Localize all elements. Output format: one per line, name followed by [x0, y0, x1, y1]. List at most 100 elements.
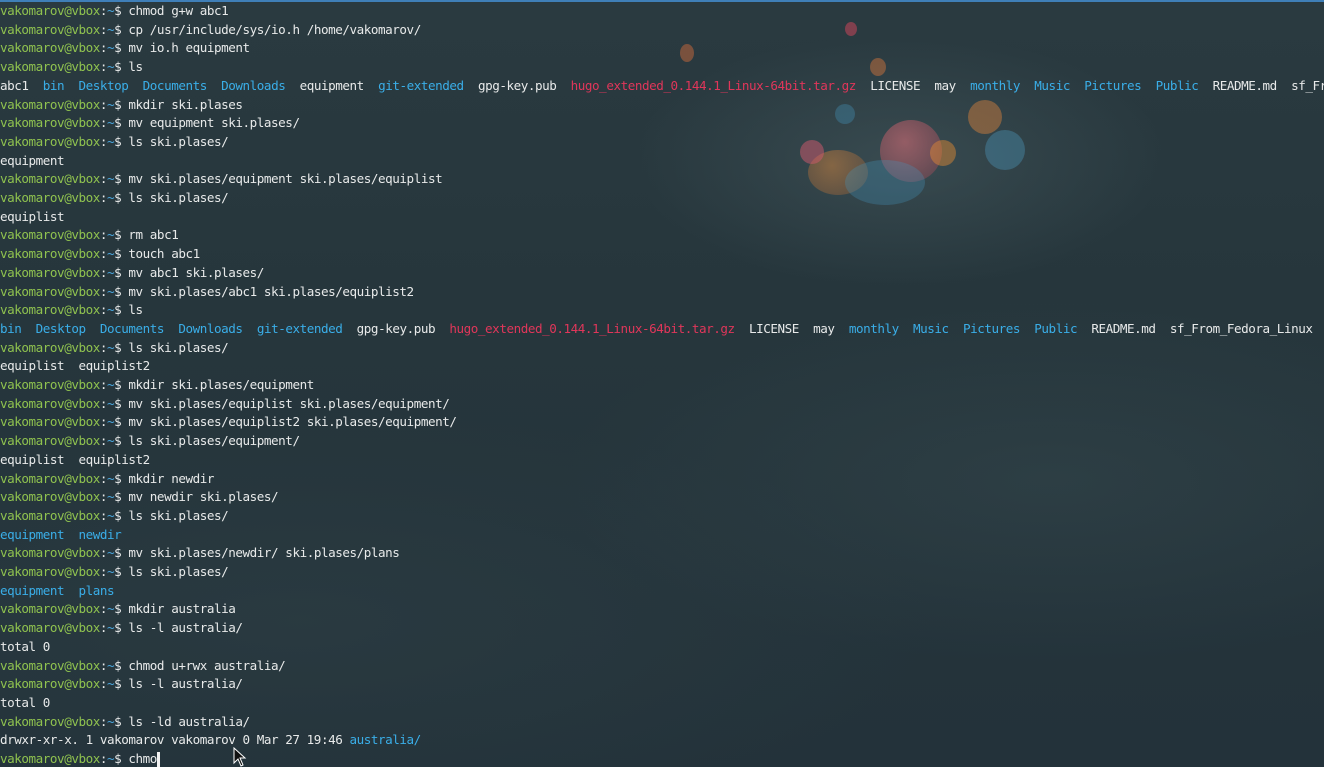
prompt-user: vakomarov@vbox: [0, 3, 100, 18]
command-line: vakomarov@vbox:~$ mkdir australia: [0, 600, 236, 619]
command-line: vakomarov@vbox:~$ ls: [0, 301, 143, 320]
prompt-user: vakomarov@vbox: [0, 414, 100, 430]
prompt-colon: :: [99, 21, 108, 37]
command-line: vakomarov@vbox:~$ ls -l australia/: [0, 619, 243, 638]
directory-entry: australia/: [349, 732, 421, 748]
directory-entry: Music: [1034, 77, 1070, 93]
prompt-user: vakomarov@vbox: [0, 264, 100, 280]
output-text: total 0: [0, 694, 50, 710]
directory-entry: Pictures: [962, 320, 1021, 336]
output-text: equipment: [0, 152, 65, 168]
directory-entry: Desktop: [35, 320, 86, 336]
directory-entry: plans: [78, 582, 115, 598]
directory-entry: Downloads: [221, 77, 286, 93]
mouse-pointer-icon: [233, 747, 247, 767]
output-text: LICENSE: [870, 77, 921, 93]
prompt-colon: :: [99, 115, 108, 131]
command-text: chmod u+rwx australia/: [128, 657, 286, 673]
prompt-user: vakomarov@vbox: [0, 190, 100, 205]
prompt-symbol: $: [114, 115, 129, 131]
prompt-symbol: $: [114, 713, 129, 729]
command-text: ls ski.plases/: [128, 133, 229, 149]
command-text: mv ski.plases/equiplist2 ski.plases/equi…: [128, 414, 457, 430]
prompt-symbol: $: [114, 545, 129, 561]
command-line: vakomarov@vbox:~$ rm abc1: [0, 226, 179, 245]
command-input[interactable]: chmo: [128, 751, 157, 766]
prompt-user: vakomarov@vbox: [0, 115, 100, 131]
command-text: chmod g+w abc1: [128, 3, 229, 18]
directory-entry: Music: [913, 320, 949, 336]
prompt-colon: :: [99, 713, 108, 729]
prompt-user: vakomarov@vbox: [0, 564, 100, 579]
prompt-colon: :: [99, 433, 108, 449]
command-text: mv equipment ski.plases/: [128, 115, 300, 131]
command-text: mkdir newdir: [128, 470, 214, 486]
prompt-symbol: $: [114, 507, 129, 523]
command-text: touch abc1: [128, 246, 200, 262]
prompt-symbol: $: [114, 133, 129, 149]
prompt-symbol: $: [114, 414, 129, 430]
prompt-symbol: $: [114, 676, 129, 692]
prompt-colon: :: [99, 283, 108, 299]
command-text: ls: [128, 59, 143, 75]
command-text: mkdir ski.plases/equipment: [128, 377, 314, 392]
prompt-colon: :: [99, 377, 108, 392]
prompt-symbol: $: [114, 302, 129, 318]
prompt-symbol: $: [114, 3, 129, 18]
prompt-symbol: $: [114, 171, 129, 187]
output-text: sf_From_Fedora_Linux: [1291, 77, 1324, 93]
prompt-colon: :: [99, 489, 108, 505]
command-text: ls -l australia/: [128, 676, 243, 692]
command-line: vakomarov@vbox:~$ mv ski.plases/equiplis…: [0, 413, 457, 432]
command-line: vakomarov@vbox:~$ mv ski.plases/equipmen…: [0, 170, 443, 189]
command-text: mv ski.plases/equiplist ski.plases/equip…: [128, 395, 450, 411]
prompt-symbol: $: [114, 264, 129, 280]
prompt-user: vakomarov@vbox: [0, 545, 100, 561]
command-line: vakomarov@vbox:~$ mv ski.plases/abc1 ski…: [0, 283, 414, 302]
directory-entry: Desktop: [78, 77, 129, 93]
command-text: mv io.h equipment: [128, 40, 250, 56]
output-line: total 0: [0, 638, 50, 657]
command-line: vakomarov@vbox:~$ ls -ld australia/: [0, 713, 250, 732]
output-text: equiplist: [0, 208, 65, 224]
output-line: drwxr-xr-x. 1 vakomarov vakomarov 0 Mar …: [0, 731, 421, 750]
directory-entry: Pictures: [1084, 77, 1142, 93]
prompt-user: vakomarov@vbox: [0, 133, 100, 149]
command-text: ls ski.plases/: [128, 190, 229, 205]
command-line: vakomarov@vbox:~$ touch abc1: [0, 245, 200, 264]
prompt-colon: :: [99, 339, 108, 355]
prompt-colon: :: [99, 620, 108, 636]
output-text: equiplist equiplist2: [0, 451, 150, 467]
command-line: vakomarov@vbox:~$ mv newdir ski.plases/: [0, 488, 279, 507]
prompt-colon: :: [99, 564, 108, 579]
command-line: vakomarov@vbox:~$ ls ski.plases/: [0, 189, 229, 208]
prompt-user: vakomarov@vbox: [0, 339, 100, 355]
prompt-user: vakomarov@vbox: [0, 21, 100, 37]
prompt-user: vakomarov@vbox: [0, 713, 100, 729]
command-text: mv abc1 ski.plases/: [128, 264, 264, 280]
directory-entry: equipment: [0, 526, 65, 542]
output-line: abc1 bin Desktop Documents Downloads equ…: [0, 77, 1324, 96]
output-text: total 0: [0, 638, 50, 654]
prompt-colon: :: [99, 676, 108, 692]
archive-entry: hugo_extended_0.144.1_Linux-64bit.tar.gz: [449, 320, 735, 336]
terminal-window[interactable]: vakomarov@vbox:~$ chmod g+w abc1 vakomaro…: [0, 0, 1324, 767]
command-line: vakomarov@vbox:~$ chmod u+rwx australia/: [0, 657, 286, 676]
prompt-user: vakomarov@vbox: [0, 246, 100, 262]
prompt-colon: :: [99, 470, 108, 486]
prompt-symbol: $: [114, 601, 129, 617]
